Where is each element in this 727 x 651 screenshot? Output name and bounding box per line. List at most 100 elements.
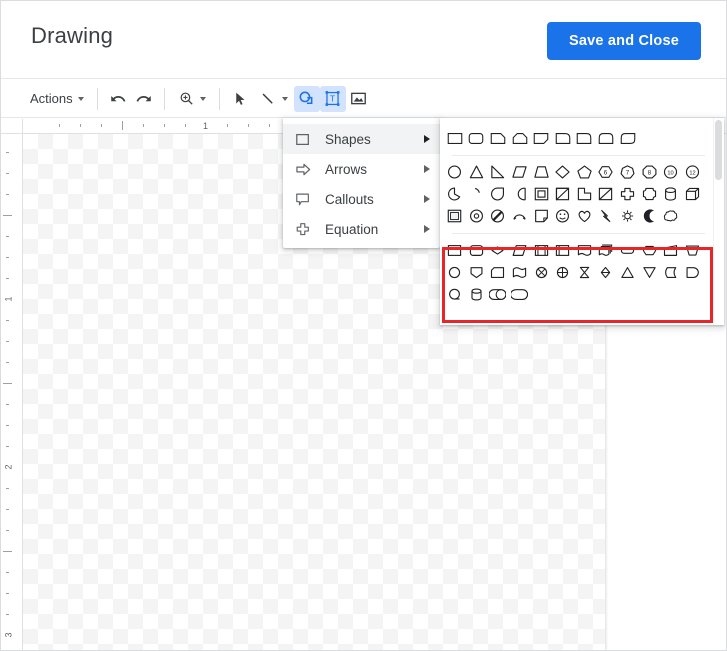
shape-flowchart-off-page-connector[interactable] <box>466 261 488 283</box>
shape-parallelogram-rounded[interactable] <box>617 127 639 149</box>
zoom-button[interactable] <box>173 85 211 113</box>
menu-item-equation[interactable]: Equation <box>283 214 440 244</box>
shape-bevel[interactable] <box>444 205 466 227</box>
actions-menu-button[interactable]: Actions <box>25 85 89 113</box>
select-tool-button[interactable] <box>227 86 253 112</box>
shape-cube[interactable] <box>682 183 704 205</box>
menu-item-arrows[interactable]: Arrows <box>283 154 440 184</box>
svg-text:10: 10 <box>668 170 674 176</box>
shape-flowchart-preparation[interactable] <box>638 239 660 261</box>
ruler-label-v-2: 2 <box>3 464 14 470</box>
shape-flowchart-display[interactable] <box>509 283 531 305</box>
shape-cylinder[interactable] <box>660 183 682 205</box>
shape-ellipse[interactable] <box>444 161 466 183</box>
shape-snip-and-round-single-corner-rectangle[interactable] <box>530 127 552 149</box>
shape-flowchart-process[interactable] <box>444 239 466 261</box>
shape-palette-scrollbar-thumb[interactable] <box>715 120 722 180</box>
page-title: Drawing <box>31 23 114 48</box>
shape-palette-scrollbar[interactable] <box>713 118 724 325</box>
shape-flowchart-sort[interactable] <box>595 261 617 283</box>
shape-donut[interactable] <box>466 205 488 227</box>
shape-flowchart-multidocument[interactable] <box>595 239 617 261</box>
shape-flowchart-internal-storage[interactable] <box>552 239 574 261</box>
callout-icon <box>295 190 317 208</box>
shape-palette-panel: 6 7 8 10 12 <box>440 118 724 325</box>
vertical-ruler[interactable]: 1 2 3 <box>1 134 23 650</box>
shape-flowchart-merge[interactable] <box>638 261 660 283</box>
shape-flowchart-sequential-access-storage[interactable] <box>444 283 466 305</box>
shape-moon[interactable] <box>638 205 660 227</box>
shape-tool-button[interactable] <box>293 85 320 112</box>
shape-flowchart-data[interactable] <box>509 239 531 261</box>
shape-flowchart-extract[interactable] <box>617 261 639 283</box>
shape-folded-corner[interactable] <box>530 205 552 227</box>
shape-hexagon[interactable]: 6 <box>595 161 617 183</box>
shape-flowchart-manual-operation[interactable] <box>682 239 704 261</box>
line-tool-button[interactable] <box>254 85 293 113</box>
shape-flowchart-card[interactable] <box>487 261 509 283</box>
shape-flowchart-document[interactable] <box>574 239 596 261</box>
shape-lightning-bolt[interactable] <box>595 205 617 227</box>
shape-flowchart-or[interactable] <box>552 261 574 283</box>
shape-snip-single-corner-rectangle[interactable] <box>487 127 509 149</box>
menu-item-callouts-label: Callouts <box>325 191 374 207</box>
shape-diagonal-stripe[interactable] <box>595 183 617 205</box>
shape-flowchart-magnetic-disk[interactable] <box>466 283 488 305</box>
shape-flowchart-direct-access-storage[interactable] <box>487 283 509 305</box>
undo-button[interactable] <box>105 86 131 112</box>
shape-frame-square[interactable] <box>530 183 552 205</box>
shape-half-frame-round[interactable] <box>509 183 531 205</box>
shape-pie[interactable] <box>444 183 466 205</box>
shape-triangle[interactable] <box>466 161 488 183</box>
dialog-header: Drawing Save and Close <box>1 1 726 79</box>
text-box-tool-button[interactable]: T <box>319 85 346 112</box>
shape-pentagon[interactable] <box>574 161 596 183</box>
shape-parallelogram[interactable] <box>509 161 531 183</box>
shape-arc[interactable] <box>509 205 531 227</box>
shape-heart[interactable] <box>574 205 596 227</box>
shape-dodecagon[interactable]: 12 <box>682 161 704 183</box>
shape-icon <box>299 91 313 105</box>
shape-plaque[interactable] <box>638 183 660 205</box>
shape-cross[interactable] <box>617 183 639 205</box>
shape-octagon[interactable]: 8 <box>638 161 660 183</box>
shape-diamond[interactable] <box>552 161 574 183</box>
shape-heptagon[interactable]: 7 <box>617 161 639 183</box>
shape-smiley-face[interactable] <box>552 205 574 227</box>
shape-flowchart-alternate-process[interactable] <box>466 239 488 261</box>
shape-right-triangle[interactable] <box>487 161 509 183</box>
shape-l-shape[interactable] <box>574 183 596 205</box>
shape-trapezoid[interactable] <box>530 161 552 183</box>
shape-flowchart-predefined-process[interactable] <box>530 239 552 261</box>
shape-corner[interactable] <box>552 183 574 205</box>
shape-round-same-side-corner-rectangle[interactable] <box>574 127 596 149</box>
image-icon <box>351 92 367 105</box>
shape-flowchart-terminator[interactable] <box>617 239 639 261</box>
shape-flowchart-manual-input[interactable] <box>660 239 682 261</box>
shape-flowchart-collate[interactable] <box>574 261 596 283</box>
menu-item-callouts[interactable]: Callouts <box>283 184 440 214</box>
shape-rectangle[interactable] <box>444 127 466 149</box>
shape-flowchart-punched-tape[interactable] <box>509 261 531 283</box>
shape-round-single-corner-rectangle[interactable] <box>552 127 574 149</box>
menu-item-shapes[interactable]: Shapes <box>283 124 440 154</box>
shape-decagon[interactable]: 10 <box>660 161 682 183</box>
shape-sun[interactable] <box>617 205 639 227</box>
shape-snip-diagonal-corner-rectangle[interactable] <box>509 127 531 149</box>
shape-flowchart-stored-data[interactable] <box>660 261 682 283</box>
redo-button[interactable] <box>131 86 157 112</box>
shape-round-diagonal-corner-rectangle[interactable] <box>595 127 617 149</box>
shape-flowchart-decision[interactable] <box>487 239 509 261</box>
shape-flowchart-summing-junction[interactable] <box>530 261 552 283</box>
save-and-close-button[interactable]: Save and Close <box>547 22 701 60</box>
svg-text:8: 8 <box>647 170 651 177</box>
shape-chord[interactable] <box>466 183 488 205</box>
shape-flowchart-connector[interactable] <box>444 261 466 283</box>
shape-palette-scroll-area: 6 7 8 10 12 <box>440 118 713 325</box>
shape-no-symbol[interactable] <box>487 205 509 227</box>
shape-flowchart-delay[interactable] <box>682 261 704 283</box>
shape-cloud[interactable] <box>660 205 682 227</box>
image-tool-button[interactable] <box>346 86 372 112</box>
shape-teardrop[interactable] <box>487 183 509 205</box>
shape-rounded-rectangle[interactable] <box>466 127 488 149</box>
